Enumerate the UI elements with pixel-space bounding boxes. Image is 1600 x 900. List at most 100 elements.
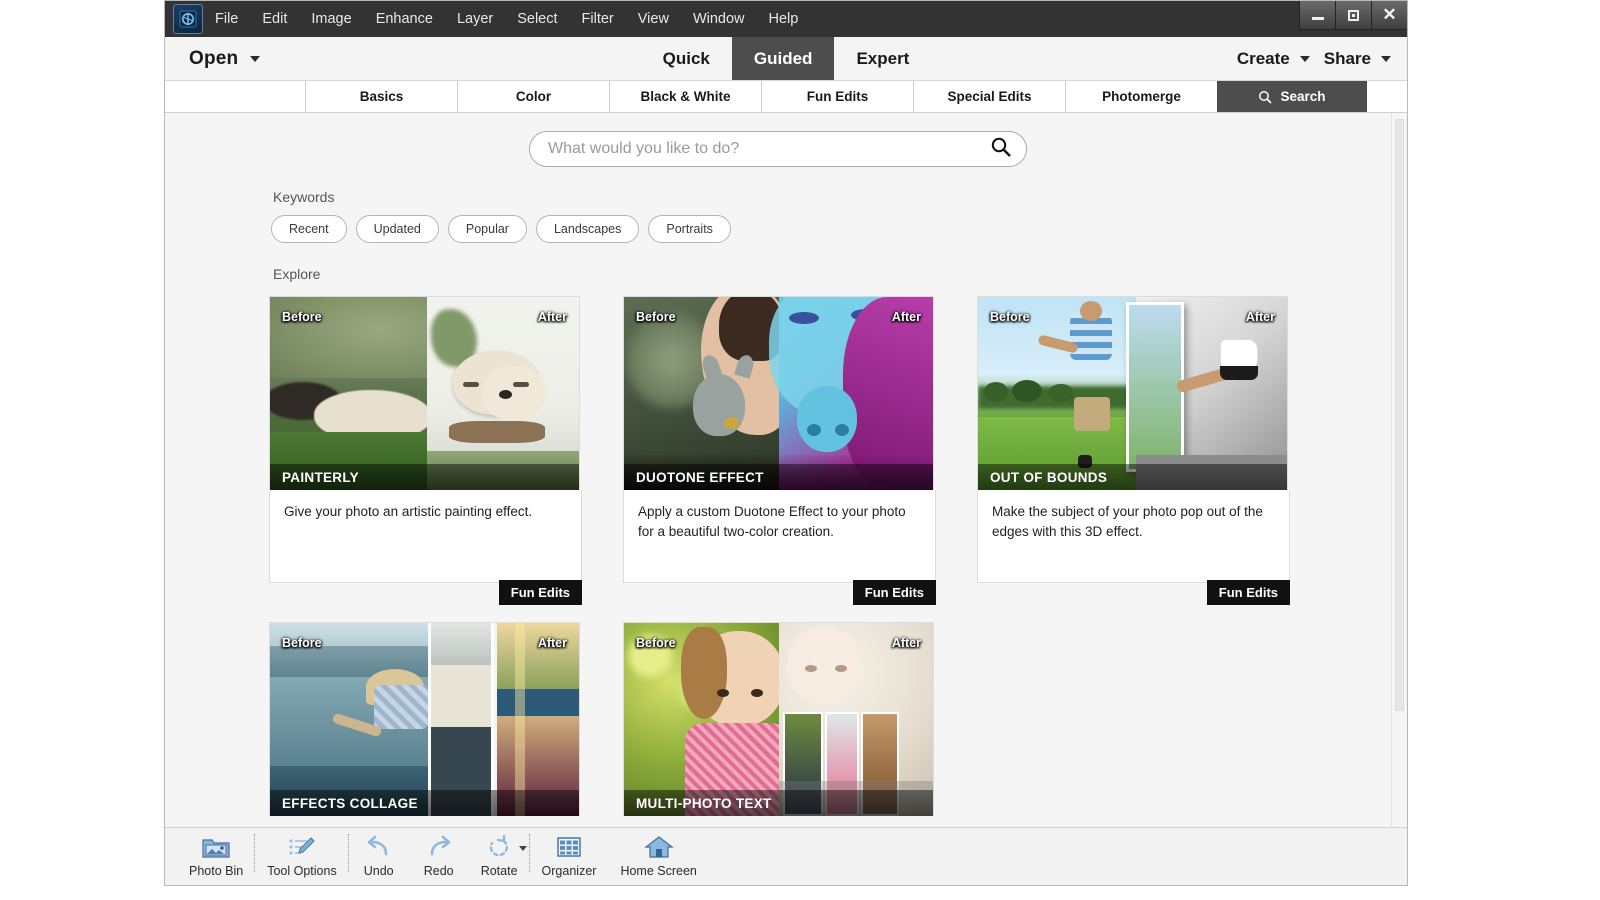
tool-options-icon [287, 832, 317, 862]
keyword-chip-landscapes[interactable]: Landscapes [535, 215, 640, 243]
card-category-badge[interactable]: Fun Edits [852, 580, 936, 605]
search-row [165, 113, 1391, 167]
taskbar-label: Photo Bin [189, 864, 244, 878]
card-thumbnail: Before After MULTI-PHOTO TEXT [623, 622, 934, 816]
organizer-grid-icon [554, 832, 584, 862]
card-title: DUOTONE EFFECT [624, 464, 933, 490]
category-tab-bar: Basics Color Black & White Fun Edits Spe… [165, 81, 1407, 113]
mode-bar: Open Quick Guided Expert Create Share [165, 37, 1407, 81]
card-thumbnail: Before After DUOTONE EFFECT [623, 296, 934, 490]
explore-card-duotone-effect[interactable]: Before After DUOTONE EFFECT Apply a cust… [623, 296, 936, 605]
mode-expert[interactable]: Expert [834, 37, 931, 80]
tabbar-spacer [165, 81, 305, 112]
close-icon[interactable]: ✕ [1371, 1, 1407, 30]
taskbar-home-screen[interactable]: Home Screen [608, 830, 708, 878]
taskbar-label: Rotate [480, 864, 518, 878]
menu-item-select[interactable]: Select [507, 7, 567, 31]
menu-item-view[interactable]: View [628, 7, 679, 31]
taskbar-label: Home Screen [620, 864, 697, 878]
tab-black-and-white[interactable]: Black & White [609, 81, 761, 112]
badge-after: After [891, 310, 921, 324]
card-category-badge[interactable]: Fun Edits [1206, 580, 1290, 605]
tab-special-edits[interactable]: Special Edits [913, 81, 1065, 112]
mode-switcher: Quick Guided Expert [165, 37, 1407, 80]
keyword-chip-row: Recent Updated Popular Landscapes Portra… [271, 215, 1391, 243]
minimize-icon[interactable] [1299, 1, 1335, 30]
card-description: Make the subject of your photo pop out o… [977, 490, 1290, 583]
menu-item-image[interactable]: Image [301, 7, 361, 31]
keyword-chip-portraits[interactable]: Portraits [648, 215, 731, 243]
chevron-down-icon[interactable] [1381, 55, 1391, 62]
search-box[interactable] [529, 131, 1027, 167]
menu-item-filter[interactable]: Filter [572, 7, 624, 31]
guided-search-panel: Keywords Recent Updated Popular Landscap… [165, 113, 1391, 827]
search-input[interactable] [548, 140, 990, 158]
mode-quick[interactable]: Quick [641, 37, 732, 80]
mode-guided[interactable]: Guided [731, 37, 835, 80]
keyword-chip-popular[interactable]: Popular [447, 215, 527, 243]
vertical-scrollbar[interactable] [1391, 113, 1407, 827]
redo-arrow-icon [424, 832, 454, 862]
explore-card-grid: Before After PAINTERLY Give your photo a… [269, 296, 1391, 827]
undo-arrow-icon [364, 832, 394, 862]
menu-item-enhance[interactable]: Enhance [366, 7, 443, 31]
photoshop-elements-logo-icon [173, 4, 203, 34]
photo-bin-icon [201, 832, 231, 862]
maximize-icon[interactable] [1335, 1, 1371, 30]
badge-before: Before [636, 310, 676, 324]
application-window: File Edit Image Enhance Layer Select Fil… [164, 0, 1408, 886]
explore-card-multi-photo-text[interactable]: Before After MULTI-PHOTO TEXT [623, 622, 936, 816]
taskbar-label: Tool Options [267, 864, 337, 878]
taskbar-photo-bin[interactable]: Photo Bin [177, 830, 256, 878]
search-icon [1258, 90, 1273, 104]
explore-card-out-of-bounds[interactable]: Before After OUT OF BOUNDS Make the subj… [977, 296, 1290, 605]
keyword-chip-recent[interactable]: Recent [271, 215, 347, 243]
badge-after: After [891, 636, 921, 650]
menu-item-window[interactable]: Window [683, 7, 755, 31]
create-label: Create [1236, 48, 1290, 68]
taskbar-rotate[interactable]: Rotate [469, 830, 530, 878]
tab-basics[interactable]: Basics [305, 81, 457, 112]
bottom-taskbar: Photo Bin Tool Options Undo Redo Rotate … [165, 827, 1407, 885]
taskbar-label: Organizer [541, 864, 597, 878]
share-button[interactable]: Share [1324, 49, 1391, 69]
badge-after: After [537, 310, 567, 324]
explore-card-painterly[interactable]: Before After PAINTERLY Give your photo a… [269, 296, 582, 605]
keywords-heading: Keywords [273, 189, 335, 205]
card-thumbnail: Before After OUT OF BOUNDS [977, 296, 1288, 490]
keyword-chip-updated[interactable]: Updated [355, 215, 439, 243]
badge-before: Before [282, 636, 322, 650]
menu-item-file[interactable]: File [205, 7, 248, 31]
badge-after: After [1245, 310, 1275, 324]
taskbar-tool-options[interactable]: Tool Options [255, 830, 350, 878]
taskbar-redo[interactable]: Redo [409, 830, 469, 878]
tab-fun-edits[interactable]: Fun Edits [761, 81, 913, 112]
rotate-icon [484, 832, 514, 862]
menu-item-help[interactable]: Help [759, 7, 809, 31]
menu-item-edit[interactable]: Edit [252, 7, 297, 31]
taskbar-organizer[interactable]: Organizer [530, 830, 609, 878]
tab-color[interactable]: Color [457, 81, 609, 112]
tab-photomerge[interactable]: Photomerge [1065, 81, 1217, 112]
taskbar-undo[interactable]: Undo [349, 830, 409, 878]
share-label: Share [1323, 48, 1371, 68]
scrollbar-thumb[interactable] [1395, 119, 1404, 711]
badge-before: Before [990, 310, 1030, 324]
card-title: EFFECTS COLLAGE [270, 790, 579, 816]
card-title: PAINTERLY [270, 464, 579, 490]
create-share-group: Create Share [1237, 37, 1391, 80]
explore-heading: Explore [273, 266, 321, 282]
create-button[interactable]: Create [1237, 49, 1310, 69]
chevron-down-icon[interactable] [1299, 55, 1310, 62]
menu-item-layer[interactable]: Layer [447, 7, 503, 31]
card-category-badge[interactable]: Fun Edits [498, 580, 582, 605]
tab-search[interactable]: Search [1217, 81, 1367, 112]
card-description: Give your photo an artistic painting eff… [269, 490, 582, 583]
badge-before: Before [636, 636, 676, 650]
explore-card-effects-collage[interactable]: Before After EFFECTS COLLAGE [269, 622, 582, 816]
card-title: OUT OF BOUNDS [978, 464, 1287, 490]
card-thumbnail: Before After PAINTERLY [269, 296, 580, 490]
search-magnifier-icon[interactable] [990, 136, 1012, 163]
badge-before: Before [282, 310, 322, 324]
chevron-down-icon[interactable] [518, 846, 527, 851]
